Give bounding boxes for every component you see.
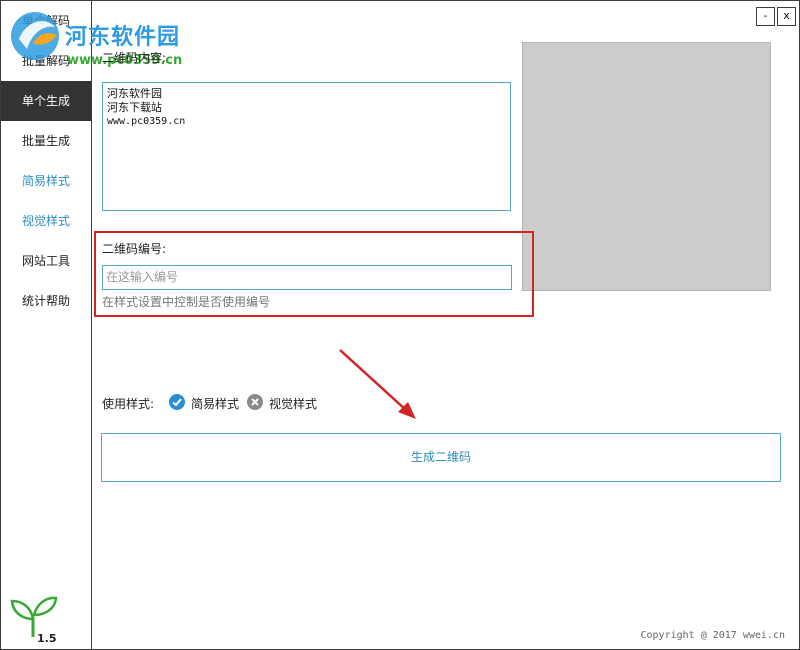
version-label: 1.5 [37,632,57,645]
annotation-arrow-icon [339,349,416,419]
option-simple-style[interactable]: 简易样式 [191,395,239,412]
sidebar-item-web-tools[interactable]: 网站工具 [1,241,91,281]
sidebar-item-batch-decode[interactable]: 批量解码 [1,41,91,81]
style-label: 使用样式: [102,397,155,411]
content-line: www.pc0359.cn [107,116,186,127]
sidebar-item-visual-style[interactable]: 视觉样式 [1,201,91,241]
sidebar-item-stats-help[interactable]: 统计帮助 [1,281,91,321]
content-line: 河东软件园 [107,87,162,100]
sidebar-item-simple-style[interactable]: 简易样式 [1,161,91,201]
checkmark-icon[interactable] [169,394,185,410]
generate-qr-button[interactable]: 生成二维码 [101,433,781,482]
qr-preview [522,42,771,291]
sidebar: 单个解码 批量解码 单个生成 批量生成 简易样式 视觉样式 网站工具 统计帮助 … [1,1,92,649]
content-textarea[interactable]: 河东软件园 河东下载站 www.pc0359.cn [102,82,511,211]
close-button[interactable]: x [777,7,796,26]
copyright: Copyright @ 2017 wwei.cn [640,630,786,641]
sidebar-item-single-decode[interactable]: 单个解码 [1,1,91,41]
sidebar-item-batch-generate[interactable]: 批量生成 [1,121,91,161]
option-visual-style[interactable]: 视觉样式 [269,395,317,412]
cross-icon[interactable] [247,394,263,410]
app-window: 单个解码 批量解码 单个生成 批量生成 简易样式 视觉样式 网站工具 统计帮助 … [0,0,800,650]
content-line: 河东下载站 [107,101,162,114]
minimize-button[interactable]: - [756,7,775,26]
sidebar-item-single-generate[interactable]: 单个生成 [1,81,91,121]
sprout-logo-icon [10,596,58,637]
highlight-box [94,231,534,317]
content-label: 二维码内容: [102,51,167,65]
